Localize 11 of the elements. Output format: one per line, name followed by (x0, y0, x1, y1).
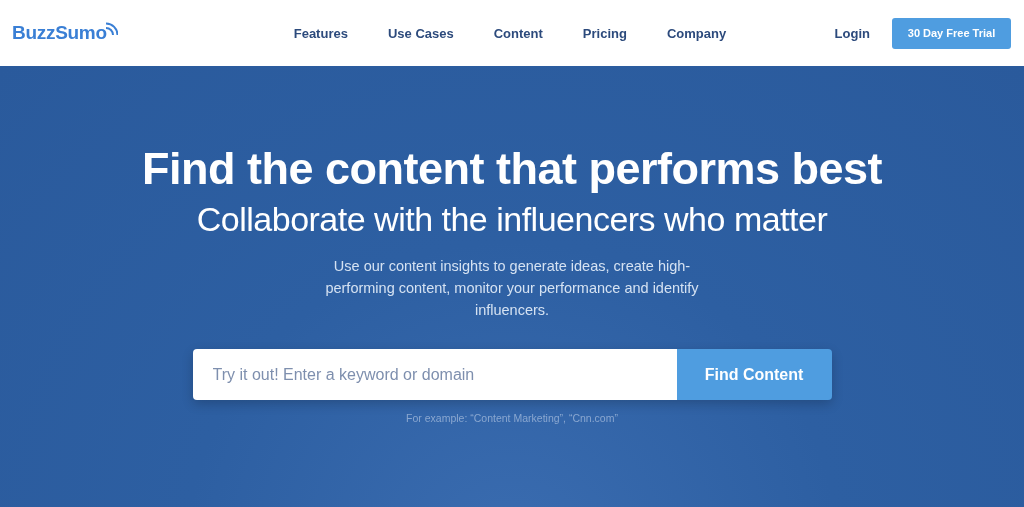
nav-link[interactable]: Company (666, 25, 727, 41)
hero-title: Find the content that performs best (142, 142, 882, 196)
nav-link[interactable]: Features (293, 25, 348, 41)
nav-link[interactable]: Use Cases (387, 25, 454, 41)
nav-link[interactable]: Pricing (582, 25, 627, 41)
nav-link[interactable]: Content (493, 25, 543, 41)
hero-subtitle: Collaborate with the influencers who matter (196, 199, 828, 240)
search-field[interactable]: Try it out! Enter a keyword or domain (192, 349, 677, 400)
hero-description: Use our content insights to generate ideas, create high-performing content, monitor your performance and identify influencers. (324, 257, 700, 320)
login-link[interactable]: Login (834, 25, 870, 41)
example-hint: For example: “Content Marketing”, “Cnn.com” (406, 412, 618, 424)
